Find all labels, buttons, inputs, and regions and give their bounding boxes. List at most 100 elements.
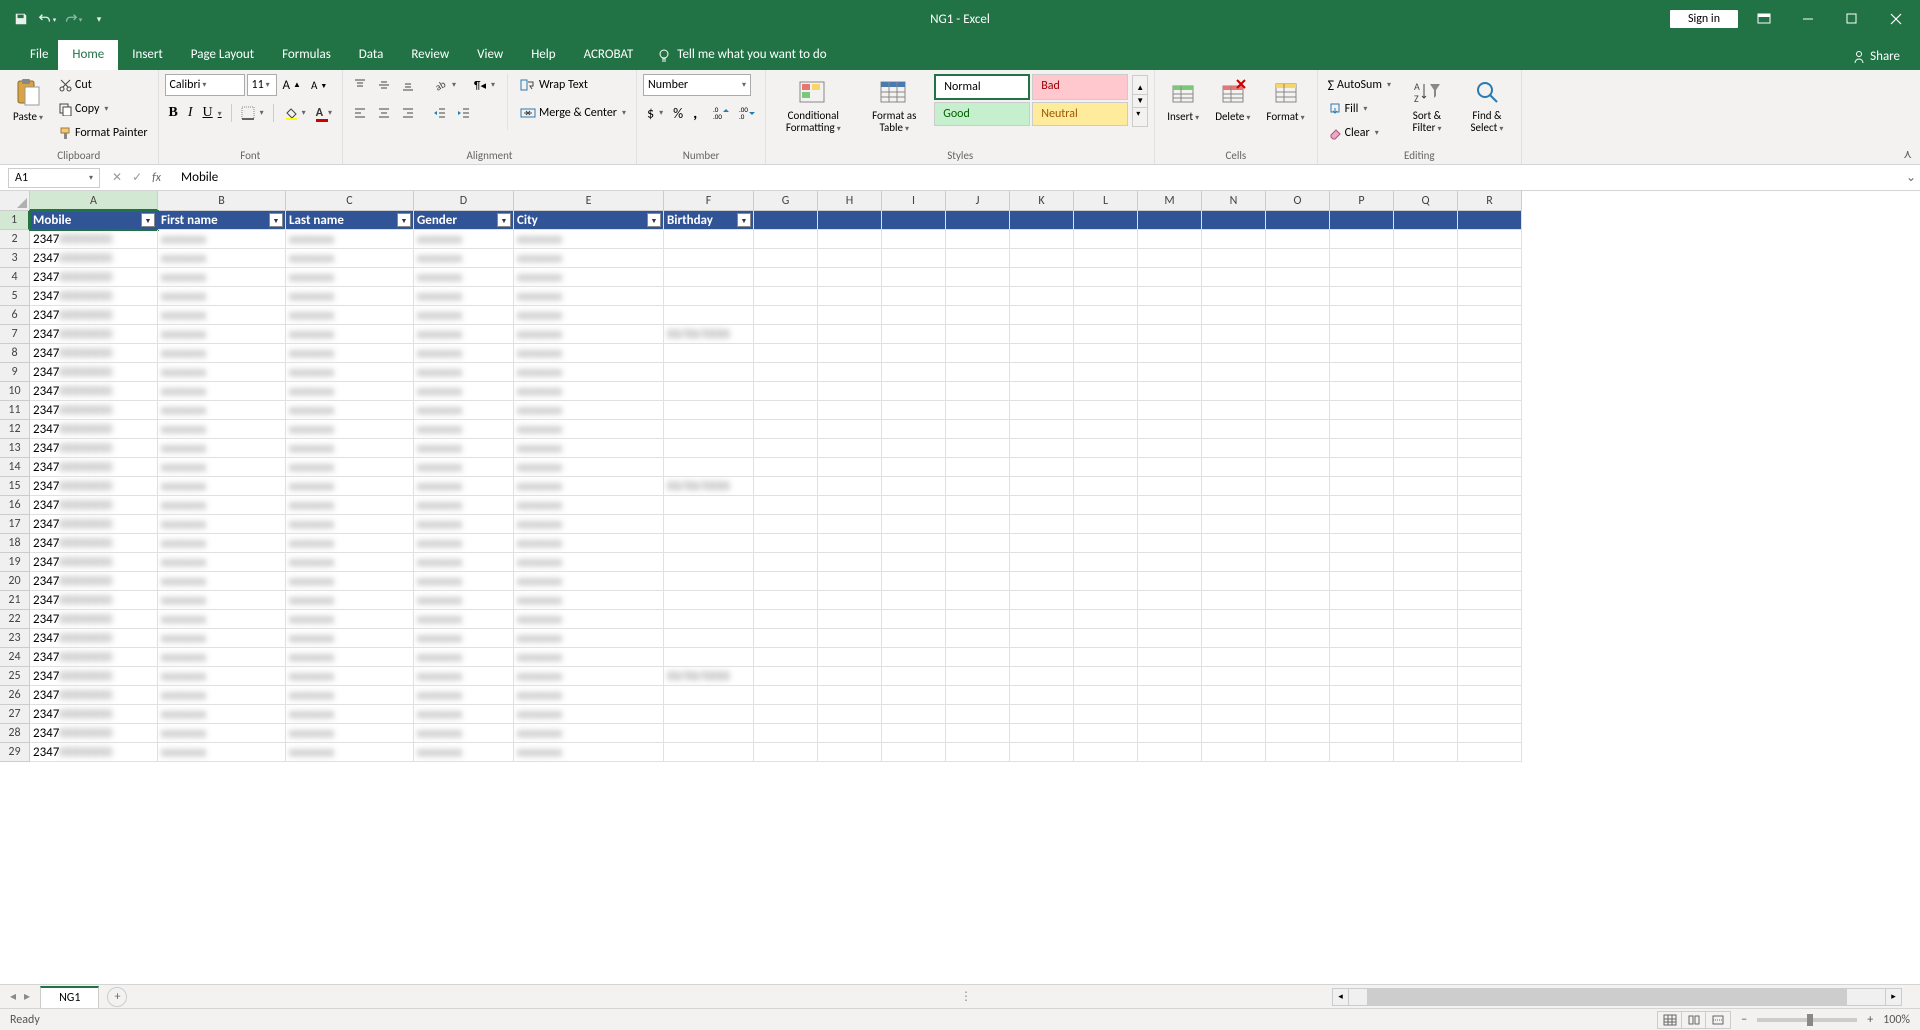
cell[interactable] bbox=[1010, 306, 1074, 325]
cell[interactable]: xxxxxxxx bbox=[286, 439, 414, 458]
cell[interactable] bbox=[1074, 496, 1138, 515]
cell[interactable]: xxxxxxxx bbox=[158, 572, 286, 591]
signin-button[interactable]: Sign in bbox=[1670, 10, 1738, 28]
scroll-left-icon[interactable]: ◂ bbox=[1333, 989, 1349, 1005]
cell[interactable] bbox=[664, 724, 754, 743]
expand-formula-bar-icon[interactable]: ⌄ bbox=[1902, 170, 1920, 185]
cell[interactable]: xxxxxxxx bbox=[514, 724, 664, 743]
cell[interactable] bbox=[1266, 287, 1330, 306]
cell[interactable]: xxxxxxxx bbox=[286, 496, 414, 515]
cell[interactable] bbox=[1266, 705, 1330, 724]
cell[interactable] bbox=[882, 458, 946, 477]
cell[interactable]: xxxxxxxx bbox=[286, 629, 414, 648]
cell[interactable] bbox=[1394, 249, 1458, 268]
cell[interactable] bbox=[754, 705, 818, 724]
find-select-button[interactable]: Find & Select bbox=[1459, 74, 1515, 137]
cell[interactable]: xxxxxxxx bbox=[414, 477, 514, 496]
cell[interactable]: 234700000000 bbox=[30, 743, 158, 762]
cell[interactable] bbox=[1330, 667, 1394, 686]
cell[interactable] bbox=[1266, 610, 1330, 629]
cell[interactable]: 234700000000 bbox=[30, 363, 158, 382]
cell[interactable] bbox=[1074, 363, 1138, 382]
cell[interactable] bbox=[754, 382, 818, 401]
clear-button[interactable]: Clear bbox=[1324, 122, 1395, 144]
cell[interactable] bbox=[1330, 515, 1394, 534]
cell[interactable] bbox=[754, 268, 818, 287]
cell[interactable] bbox=[1458, 325, 1522, 344]
cell[interactable] bbox=[946, 287, 1010, 306]
cell[interactable]: xxxxxxxx bbox=[158, 363, 286, 382]
tab-page-layout[interactable]: Page Layout bbox=[177, 40, 268, 70]
cell[interactable] bbox=[946, 249, 1010, 268]
cell[interactable]: xxxxxxxx bbox=[158, 268, 286, 287]
cell[interactable]: xxxxxxxx bbox=[414, 458, 514, 477]
cell[interactable] bbox=[1138, 629, 1202, 648]
cell[interactable] bbox=[1010, 553, 1074, 572]
cell[interactable] bbox=[882, 667, 946, 686]
cell[interactable] bbox=[882, 515, 946, 534]
cell[interactable] bbox=[754, 743, 818, 762]
cell[interactable]: 234700000000 bbox=[30, 420, 158, 439]
cell[interactable]: xxxxxxxx bbox=[286, 344, 414, 363]
filter-dropdown-icon[interactable]: ▼ bbox=[397, 213, 411, 227]
cell[interactable]: 234700000000 bbox=[30, 667, 158, 686]
fill-color-button[interactable] bbox=[279, 102, 310, 124]
zoom-level[interactable]: 100% bbox=[1883, 1013, 1910, 1027]
cell[interactable]: xxxxxxxx bbox=[286, 287, 414, 306]
cell[interactable] bbox=[754, 401, 818, 420]
cell[interactable] bbox=[664, 743, 754, 762]
cell[interactable] bbox=[818, 458, 882, 477]
enter-formula-icon[interactable]: ✓ bbox=[132, 170, 142, 185]
filter-dropdown-icon[interactable]: ▼ bbox=[141, 213, 155, 227]
cell[interactable]: xxxxxxxx bbox=[514, 458, 664, 477]
cell[interactable] bbox=[1010, 325, 1074, 344]
cell[interactable]: xxxxxxxx bbox=[414, 439, 514, 458]
cell[interactable] bbox=[1266, 325, 1330, 344]
cell[interactable] bbox=[1202, 230, 1266, 249]
cell[interactable] bbox=[754, 439, 818, 458]
cell[interactable]: xxxxxxxx bbox=[286, 363, 414, 382]
cell[interactable] bbox=[1330, 648, 1394, 667]
cell[interactable] bbox=[882, 382, 946, 401]
cell[interactable]: 234700000000 bbox=[30, 534, 158, 553]
cell[interactable]: xxxxxxxx bbox=[514, 401, 664, 420]
cell[interactable]: xxxxxxxx bbox=[158, 401, 286, 420]
cell[interactable] bbox=[1330, 629, 1394, 648]
cell[interactable] bbox=[1458, 268, 1522, 287]
tellme-search[interactable]: Tell me what you want to do bbox=[647, 40, 836, 70]
cell[interactable] bbox=[1394, 325, 1458, 344]
cell[interactable] bbox=[882, 477, 946, 496]
cell[interactable] bbox=[946, 382, 1010, 401]
cell[interactable] bbox=[1202, 648, 1266, 667]
cell[interactable] bbox=[818, 268, 882, 287]
cell[interactable]: xxxxxxxx bbox=[286, 382, 414, 401]
cell[interactable]: xxxxxxxx bbox=[514, 648, 664, 667]
cell[interactable] bbox=[1458, 401, 1522, 420]
cell[interactable] bbox=[1394, 515, 1458, 534]
cell[interactable] bbox=[1074, 344, 1138, 363]
column-header-O[interactable]: O bbox=[1266, 191, 1330, 211]
column-header-D[interactable]: D bbox=[414, 191, 514, 211]
bold-button[interactable]: B bbox=[165, 102, 182, 124]
cell[interactable] bbox=[664, 686, 754, 705]
cell[interactable] bbox=[882, 629, 946, 648]
table-header-cell[interactable]: Last name▼ bbox=[286, 211, 414, 230]
cell[interactable] bbox=[1266, 211, 1330, 230]
cell[interactable] bbox=[1266, 249, 1330, 268]
row-header-29[interactable]: 29 bbox=[0, 743, 30, 762]
cell[interactable] bbox=[1458, 458, 1522, 477]
cell[interactable]: xxxxxxxx bbox=[286, 420, 414, 439]
cell[interactable] bbox=[1074, 287, 1138, 306]
cell[interactable] bbox=[1074, 439, 1138, 458]
cell[interactable] bbox=[1202, 458, 1266, 477]
row-header-1[interactable]: 1 bbox=[0, 211, 30, 230]
cell[interactable]: xxxxxxxx bbox=[514, 287, 664, 306]
cell[interactable] bbox=[946, 515, 1010, 534]
cell[interactable] bbox=[664, 401, 754, 420]
formula-input[interactable]: Mobile bbox=[173, 170, 1902, 185]
cell[interactable]: xxxxxxxx bbox=[414, 363, 514, 382]
cell[interactable] bbox=[1266, 572, 1330, 591]
cell[interactable] bbox=[1330, 211, 1394, 230]
cell[interactable] bbox=[882, 686, 946, 705]
cell[interactable] bbox=[664, 344, 754, 363]
